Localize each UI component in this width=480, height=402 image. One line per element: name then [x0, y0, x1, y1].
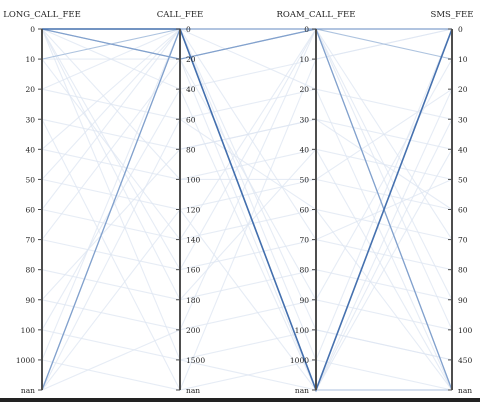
axis-2-tick-label-12: nan — [295, 386, 309, 395]
chart-bottom-border — [0, 398, 480, 402]
axis-1-tick-label-10: 200 — [186, 326, 201, 335]
axis-0-tick-label-10: 100 — [21, 326, 36, 335]
axis-2-tick-label-0: 0 — [304, 25, 309, 34]
axis-title-2: ROAM_CALL_FEE — [277, 10, 356, 20]
axis-2-tick-label-5: 50 — [299, 175, 309, 184]
axis-title-1: CALL_FEE — [157, 10, 204, 20]
axis-1-tick-label-2: 40 — [186, 85, 196, 94]
axis-3-tick-label-0: 0 — [458, 25, 463, 34]
axis-3-tick-label-1: 10 — [458, 55, 468, 64]
axis-0-tick-label-8: 80 — [25, 266, 35, 275]
axis-title-0: LONG_CALL_FEE — [3, 10, 81, 20]
axis-2-tick-label-10: 100 — [295, 326, 310, 335]
axis-1-tick-label-8: 160 — [186, 266, 201, 275]
axis-1-tick-label-12: nan — [186, 386, 200, 395]
axis-0-tick-label-4: 40 — [25, 145, 35, 154]
axis-3-tick-label-6: 60 — [458, 206, 468, 215]
axis-0-tick-label-2: 20 — [25, 85, 35, 94]
parallel-coordinates-chart: LONG_CALL_FEE01020304050607080901001000n… — [0, 0, 480, 402]
axis-1-tick-label-6: 120 — [186, 206, 201, 215]
axis-1-tick-label-3: 60 — [186, 115, 196, 124]
axis-2-tick-label-9: 90 — [299, 296, 309, 305]
axis-0-tick-label-3: 30 — [25, 115, 35, 124]
axis-3-tick-label-9: 90 — [458, 296, 468, 305]
axis-0-tick-label-9: 90 — [25, 296, 35, 305]
axis-1-tick-label-4: 80 — [186, 145, 196, 154]
axis-1-tick-label-9: 180 — [186, 296, 201, 305]
axis-3-tick-label-4: 40 — [458, 145, 468, 154]
axis-0-tick-label-12: nan — [21, 386, 35, 395]
axis-2-tick-label-6: 60 — [299, 206, 309, 215]
axis-1-tick-label-5: 100 — [186, 175, 201, 184]
axis-2-tick-label-11: 1000 — [290, 356, 309, 365]
axis-title-3: SMS_FEE — [431, 10, 474, 20]
axis-2-tick-label-7: 70 — [299, 236, 309, 245]
axis-1-tick-label-7: 140 — [186, 236, 201, 245]
axis-2-tick-label-4: 40 — [299, 145, 309, 154]
axis-3-tick-label-5: 50 — [458, 175, 468, 184]
axis-2-tick-label-3: 30 — [299, 115, 309, 124]
axis-0-tick-label-0: 0 — [30, 25, 35, 34]
axis-2-tick-label-1: 10 — [299, 55, 309, 64]
axis-3-tick-label-12: nan — [458, 386, 472, 395]
axis-2-tick-label-2: 20 — [299, 85, 309, 94]
axis-3-tick-label-11: 450 — [458, 356, 473, 365]
axis-0-tick-label-5: 50 — [25, 175, 35, 184]
axis-0-tick-label-1: 10 — [25, 55, 35, 64]
axis-0-tick-label-6: 60 — [25, 206, 35, 215]
axis-0-tick-label-7: 70 — [25, 236, 35, 245]
axis-1-tick-label-0: 0 — [186, 25, 191, 34]
axis-3-tick-label-7: 70 — [458, 236, 468, 245]
axis-3-tick-label-8: 80 — [458, 266, 468, 275]
axis-3-tick-label-2: 20 — [458, 85, 468, 94]
axis-0-tick-label-11: 1000 — [16, 356, 35, 365]
axis-1-tick-label-1: 20 — [186, 55, 196, 64]
axis-3-tick-label-3: 30 — [458, 115, 468, 124]
axis-2-tick-label-8: 80 — [299, 266, 309, 275]
axis-3-tick-label-10: 100 — [458, 326, 473, 335]
axis-1-tick-label-11: 1500 — [186, 356, 205, 365]
